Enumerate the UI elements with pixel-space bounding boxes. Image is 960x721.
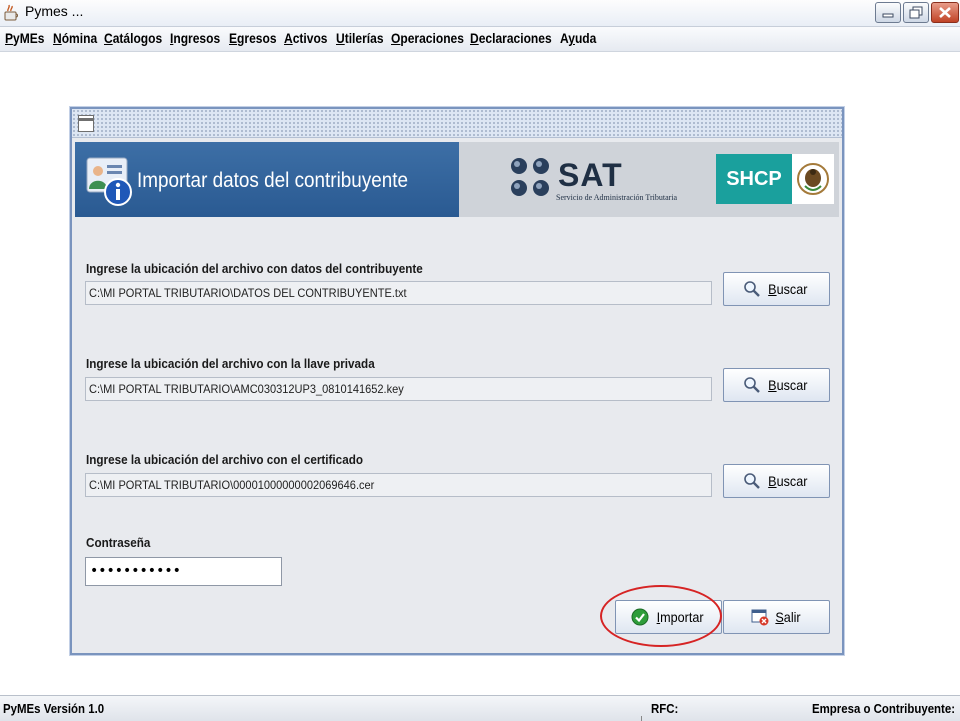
browse-private-key-button[interactable]: Buscar [723, 368, 830, 402]
contributor-file-field[interactable]: C:\MI PORTAL TRIBUTARIO\DATOS DEL CONTRI… [85, 281, 712, 305]
company-label: Empresa o Contribuyente: [812, 701, 956, 716]
menu-bar: PyMEs Nómina Catálogos Ingresos Egresos Activ… [0, 27, 960, 52]
menu-item[interactable]: Operaciones [391, 30, 464, 46]
window-title: Pymes ... [25, 3, 84, 19]
restore-button[interactable] [903, 2, 929, 23]
browse-certificate-button[interactable]: Buscar [723, 464, 830, 498]
password-field[interactable]: ••••••••••• [85, 557, 282, 586]
restore-icon [909, 6, 923, 19]
search-icon [744, 377, 761, 393]
menu-item[interactable]: Utilerías [336, 30, 384, 46]
password-label: Contraseña [86, 535, 151, 550]
close-window-button[interactable] [931, 2, 959, 23]
menu-item[interactable]: Egresos [229, 30, 277, 46]
sat-logo-text: SAT [558, 157, 623, 193]
certificate-field[interactable]: C:\MI PORTAL TRIBUTARIO\0000100000000206… [85, 473, 712, 497]
private-key-label: Ingrese la ubicación del archivo con la … [86, 356, 375, 371]
contributor-file-label: Ingrese la ubicación del archivo con dat… [86, 261, 423, 276]
close-icon [939, 7, 951, 18]
banner-header: Importar datos del contribuyente [75, 142, 459, 217]
rfc-label: RFC: [651, 701, 679, 716]
menu-item[interactable]: Ayuda [560, 30, 596, 46]
exit-button[interactable]: Salir [723, 600, 830, 634]
shcp-logo: SHCP [716, 154, 792, 204]
menu-item[interactable]: Activos [284, 30, 328, 46]
check-icon [631, 608, 649, 626]
dialog-title-bar[interactable] [72, 109, 842, 138]
import-button[interactable]: Importar [615, 600, 722, 634]
sat-logo: SAT Servicio de Administración Tributari… [508, 155, 708, 207]
coat-of-arms-icon [797, 163, 829, 195]
java-app-icon [4, 4, 18, 21]
taxpayer-info-icon [86, 157, 132, 206]
menu-item[interactable]: Nómina [53, 30, 97, 46]
menu-item[interactable]: PyMEs [5, 30, 44, 46]
search-icon [744, 473, 761, 489]
sat-subtitle: Servicio de Administración Tributaria [556, 193, 678, 202]
browse-contributor-file-button[interactable]: Buscar [723, 272, 830, 306]
certificate-label: Ingrese la ubicación del archivo con el … [86, 452, 364, 467]
status-separator [641, 716, 642, 721]
minimize-button[interactable] [875, 2, 901, 23]
minimize-icon [882, 13, 894, 18]
menu-item[interactable]: Declaraciones [470, 30, 552, 46]
close-window-icon [751, 609, 769, 626]
sat-emblem-icon [511, 158, 549, 196]
import-taxpayer-dialog: Importar datos del contribuyente SAT Ser… [70, 107, 844, 655]
title-bar: Pymes ... [0, 0, 960, 27]
mexico-seal [792, 154, 834, 204]
private-key-field[interactable]: C:\MI PORTAL TRIBUTARIO\AMC030312UP3_081… [85, 377, 712, 401]
search-icon [744, 281, 761, 297]
version-label: PyMEs Versión 1.0 [3, 701, 105, 716]
banner-title: Importar datos del contribuyente [137, 169, 409, 192]
status-bar: PyMEs Versión 1.0 RFC: Empresa o Contrib… [0, 695, 960, 721]
frame-icon [78, 115, 94, 132]
menu-item[interactable]: Catálogos [104, 30, 162, 46]
dialog-banner: Importar datos del contribuyente SAT Ser… [75, 142, 839, 217]
menu-item[interactable]: Ingresos [170, 30, 220, 46]
